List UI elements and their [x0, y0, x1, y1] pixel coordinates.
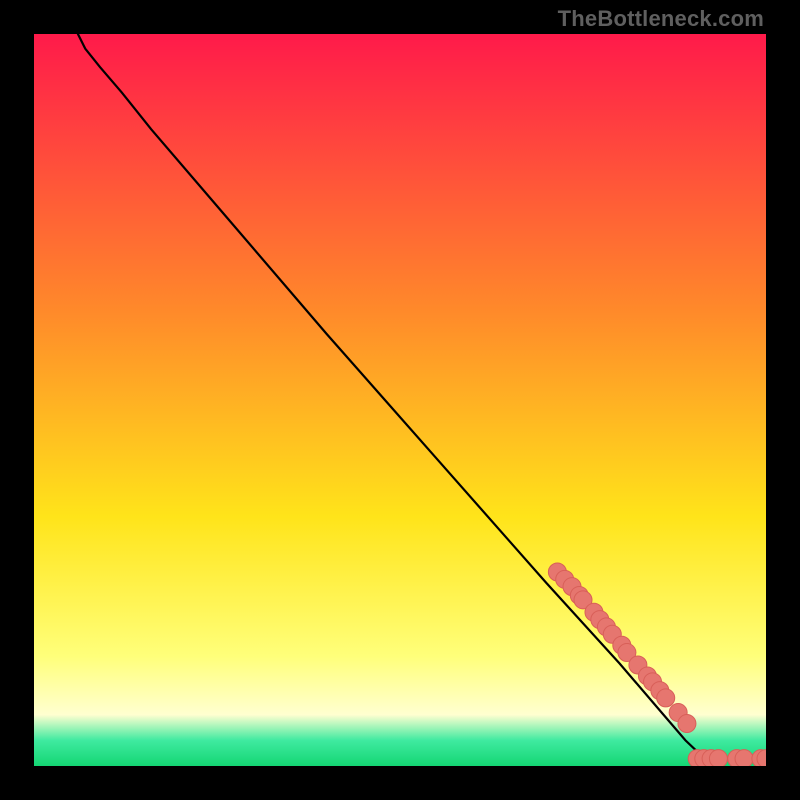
gradient-bg [34, 34, 766, 766]
data-marker [735, 750, 753, 766]
data-marker [709, 750, 727, 766]
chart-svg [34, 34, 766, 766]
data-marker [657, 689, 675, 707]
plot-area [34, 34, 766, 766]
watermark-text: TheBottleneck.com [558, 6, 764, 32]
data-marker [678, 715, 696, 733]
chart-frame: TheBottleneck.com [0, 0, 800, 800]
